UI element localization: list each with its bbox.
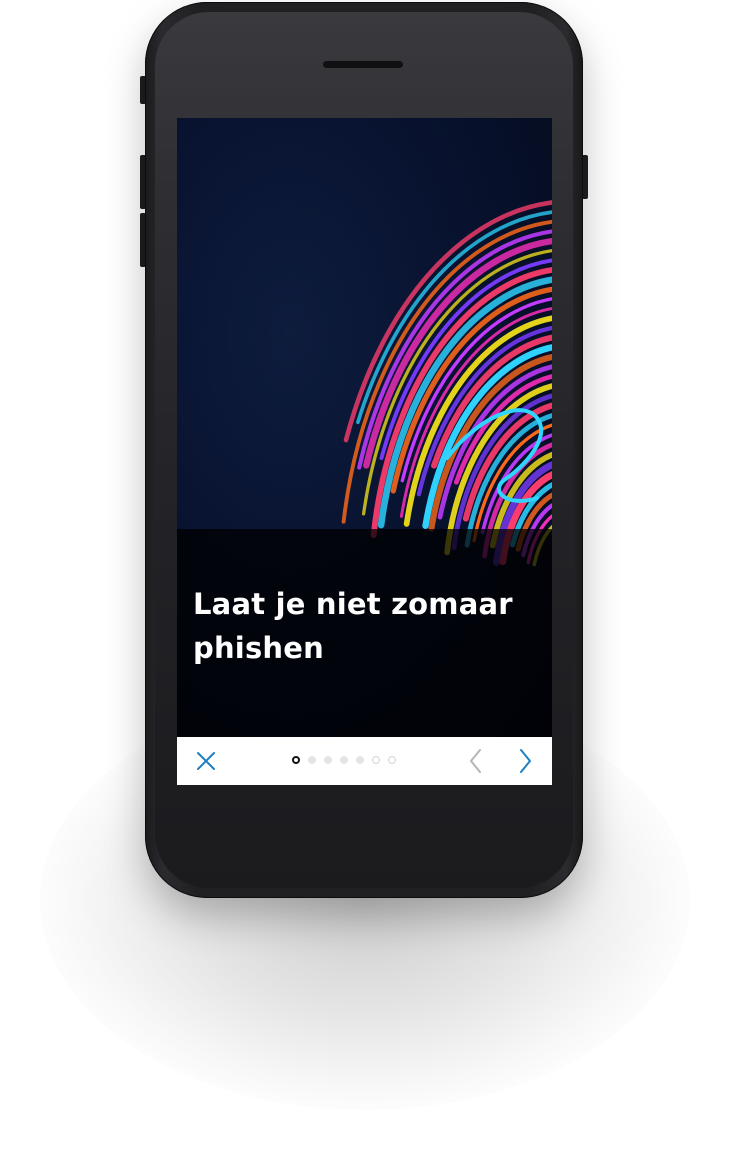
pagination-dot-3[interactable]	[324, 756, 332, 764]
chevron-left-icon	[470, 749, 481, 773]
previous-button[interactable]	[461, 746, 491, 776]
earpiece-speaker	[323, 61, 403, 68]
next-button[interactable]	[510, 746, 540, 776]
slide-navigation-bar	[177, 737, 552, 785]
pagination-dot-6[interactable]	[372, 756, 380, 764]
app-screen: Laat je niet zomaar phishen	[177, 118, 552, 785]
close-icon	[197, 752, 215, 770]
pagination-dot-4[interactable]	[340, 756, 348, 764]
close-button[interactable]	[191, 746, 221, 776]
pagination-dot-5[interactable]	[356, 756, 364, 764]
slide-headline: Laat je niet zomaar phishen	[193, 587, 513, 665]
chevron-right-icon	[520, 749, 531, 773]
pagination-dot-2[interactable]	[308, 756, 316, 764]
pagination-dot-7[interactable]	[388, 756, 396, 764]
device-mockup: Laat je niet zomaar phishen	[0, 0, 730, 1170]
pagination-dot-1[interactable]	[292, 756, 300, 764]
pagination-dots	[292, 756, 396, 766]
